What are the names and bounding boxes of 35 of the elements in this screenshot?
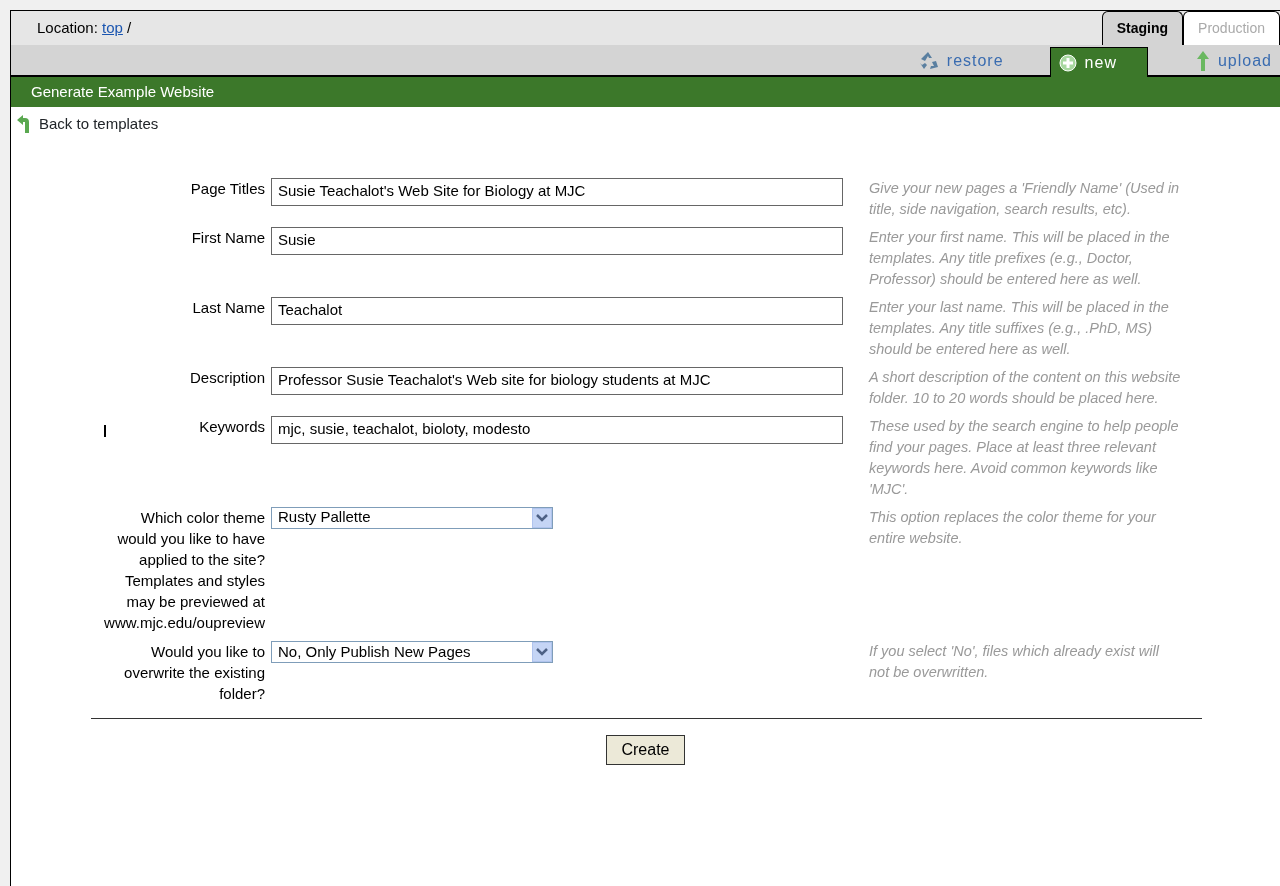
environment-tab[interactable]: Staging: [1101, 11, 1184, 45]
help-text: If you select 'No', files which already exist will not be overwritten.: [868, 642, 1161, 682]
help-text: Enter your last name. This will be placed in the templates. Any title suffixes (e.g., .PhD, MS) should be entered here as well.: [868, 297, 1170, 359]
field-label: Keywords: [199, 416, 265, 437]
help-text: Enter your first name. This will be placed in the templates. Any title prefixes (e.g., Doctor, Professor) should be entered here as well.: [868, 227, 1171, 289]
create-button[interactable]: Create: [606, 734, 685, 765]
page-title: Generate Example Website: [11, 77, 1280, 107]
toolbar-tab[interactable]: upload: [1187, 47, 1280, 75]
breadcrumb-link[interactable]: top: [102, 18, 123, 36]
text-field[interactable]: Susie Teachalot's Web Site for Biology at MJC: [271, 177, 843, 206]
toolbar-tab[interactable]: new: [1049, 47, 1148, 77]
help-text: These used by the search engine to help people find your pages. Place at least three relevant keywords here. Avoid common keywords like 'MJC'.: [868, 416, 1180, 499]
back-arrow-icon: [17, 115, 31, 134]
text-field[interactable]: Teachalot: [271, 296, 843, 325]
text-field[interactable]: mjc, susie, teachalot, bioloty, modesto: [271, 415, 843, 444]
help-text: Give your new pages a 'Friendly Name' (Used in title, side navigation, search results, etc).: [868, 178, 1181, 219]
text-cursor-icon: [104, 425, 106, 437]
dropdown-field[interactable]: No, Only Publish New Pages: [271, 641, 553, 663]
help-text: A short description of the content on this website folder. 10 to 20 words should be placed here.: [867, 367, 1182, 408]
help-text: This option replaces the color theme for your entire website.: [868, 507, 1158, 548]
text-field[interactable]: Professor Susie Teachalot's Web site for biology students at MJC: [271, 366, 843, 395]
field-label: Would you like to overwrite the existing folder?: [123, 642, 265, 704]
location-label: Location:: [37, 18, 99, 36]
back-link[interactable]: Back to templates: [39, 113, 159, 136]
text-field[interactable]: Susie: [271, 226, 843, 255]
toolbar-tab[interactable]: restore: [908, 47, 1012, 75]
plus-circle-icon: [1058, 53, 1077, 72]
path-separator: /: [127, 18, 132, 36]
field-label: Which color theme would you like to have applied to the site? Templates and styles may be previewed at www.mjc.edu/oupreview: [103, 507, 265, 633]
field-label: First Name: [191, 227, 265, 248]
field-label: Last Name: [192, 297, 265, 318]
up-arrow-icon: [1195, 50, 1210, 72]
field-label: Description: [189, 367, 265, 388]
field-label: Page Titles: [190, 178, 265, 199]
dropdown-field[interactable]: Rusty Pallette: [271, 506, 553, 529]
